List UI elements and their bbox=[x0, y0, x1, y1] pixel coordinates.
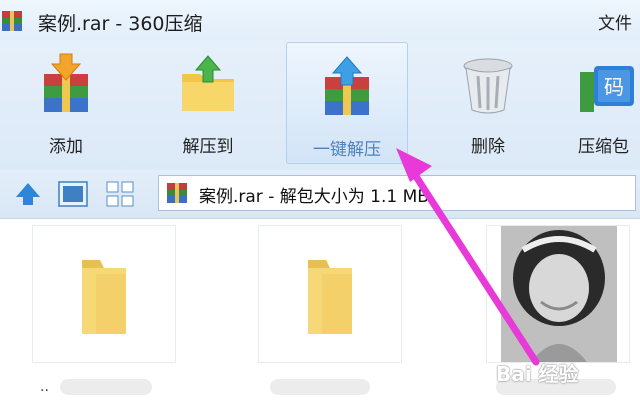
rar-archive-icon bbox=[0, 9, 28, 37]
image-item[interactable] bbox=[486, 225, 630, 363]
file-name-blurred bbox=[270, 379, 370, 395]
folder-icon bbox=[300, 256, 360, 342]
one-click-extract-icon bbox=[315, 55, 379, 123]
navigation-bar: 案例.rar - 解包大小为 1.1 MB bbox=[0, 170, 640, 219]
archive-code-icon: 码 bbox=[576, 52, 640, 120]
watermark: Bai 经验 bbox=[496, 362, 579, 386]
add-label: 添加 bbox=[49, 137, 83, 157]
file-name-blurred bbox=[60, 379, 152, 395]
grid-view-icon[interactable] bbox=[106, 181, 134, 211]
archive-label: 压缩包 bbox=[578, 137, 629, 157]
extract-to-folder-icon bbox=[176, 52, 240, 120]
delete-label: 删除 bbox=[471, 137, 505, 157]
address-bar[interactable]: 案例.rar - 解包大小为 1.1 MB bbox=[158, 175, 636, 211]
one-click-extract-label: 一键解压 bbox=[313, 140, 381, 160]
photo-thumbnail bbox=[501, 226, 617, 362]
folder-icon bbox=[74, 256, 134, 342]
delete-bin-icon bbox=[456, 52, 520, 120]
menu-file[interactable]: 文件 bbox=[598, 9, 632, 34]
rar-archive-icon bbox=[165, 182, 191, 208]
archive-button[interactable]: 码 压缩包 bbox=[564, 40, 640, 164]
window-title: 案例.rar - 360压缩 bbox=[38, 13, 203, 35]
add-button[interactable]: 添加 bbox=[18, 40, 114, 164]
folder-item[interactable] bbox=[32, 225, 176, 363]
parent-folder-dots: .. bbox=[40, 379, 49, 395]
svg-text:码: 码 bbox=[604, 75, 624, 99]
up-arrow-icon[interactable] bbox=[14, 181, 42, 211]
address-text: 案例.rar - 解包大小为 1.1 MB bbox=[199, 187, 429, 207]
toolbar: 添加 解压到 一键解压 删除 码 压缩包 bbox=[0, 40, 640, 170]
one-click-extract-button[interactable]: 一键解压 bbox=[286, 42, 408, 164]
file-list: .. bbox=[0, 219, 640, 419]
large-icon-view-icon[interactable] bbox=[58, 181, 88, 211]
folder-item[interactable] bbox=[258, 225, 402, 363]
add-archive-icon bbox=[34, 52, 98, 120]
extract-to-label: 解压到 bbox=[182, 137, 234, 157]
delete-button[interactable]: 删除 bbox=[440, 40, 536, 164]
title-bar: 案例.rar - 360压缩 文件 bbox=[0, 0, 640, 40]
extract-to-button[interactable]: 解压到 bbox=[160, 40, 256, 164]
